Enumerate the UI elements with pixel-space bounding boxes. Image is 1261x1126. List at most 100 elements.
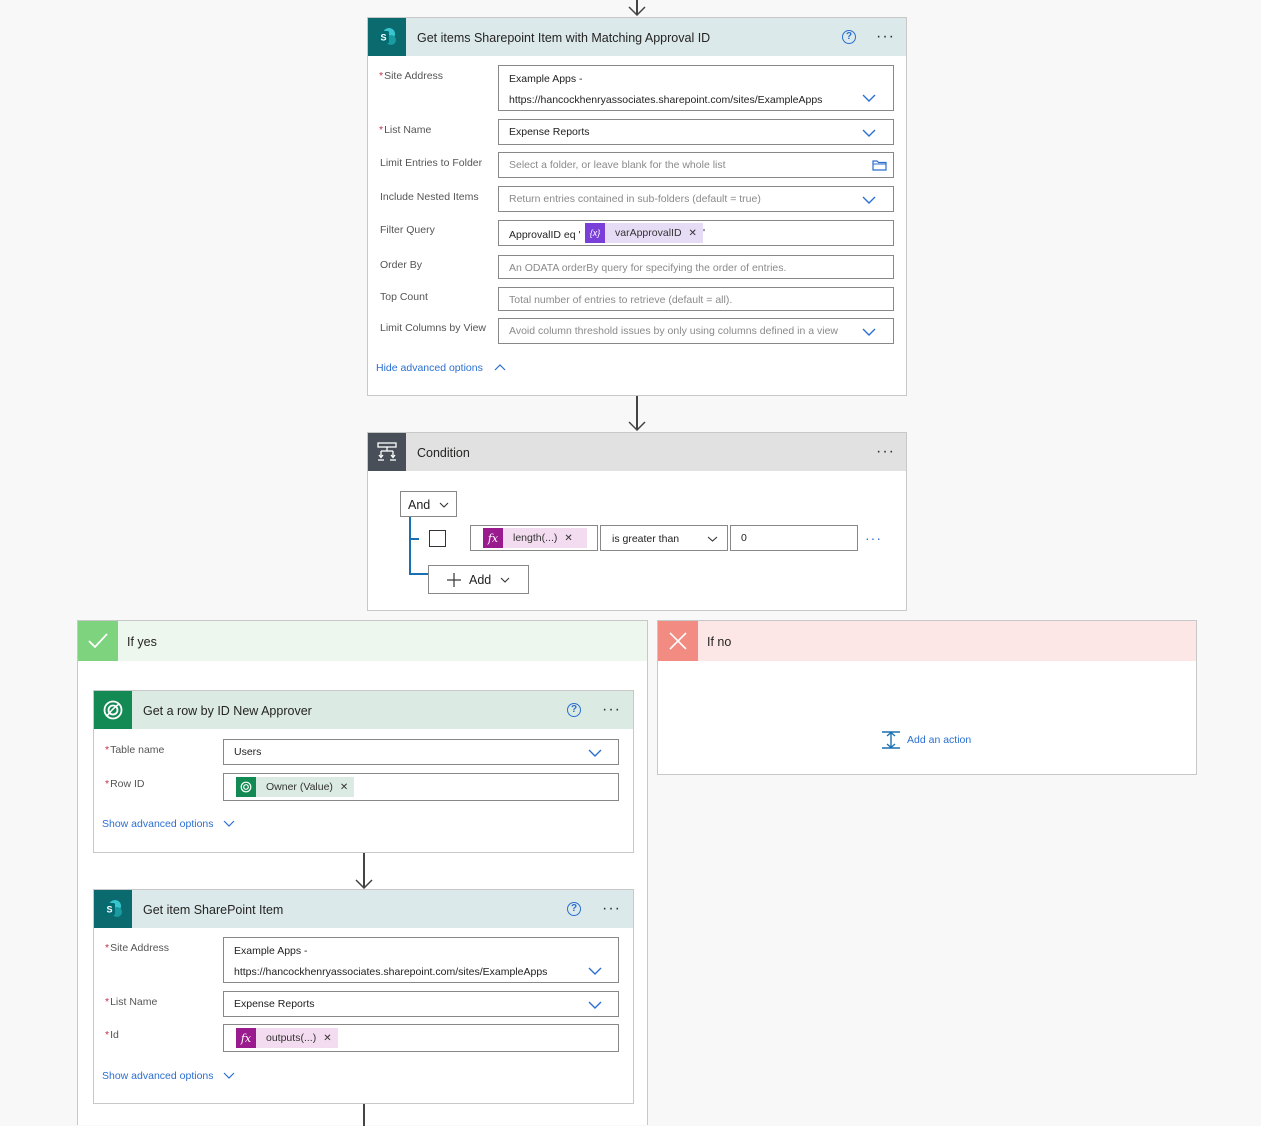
add-action-label: Add an action [907, 734, 972, 746]
list-name-label: *List Name [105, 996, 158, 1008]
more-options-icon[interactable]: ··· [876, 29, 895, 45]
filter-query-field[interactable]: ApprovalID eq ' {x} varApprovalID ✕ ' [498, 220, 894, 246]
chevron-down-icon[interactable] [223, 820, 235, 827]
down-arrow-icon [628, 421, 646, 431]
chevron-down-icon[interactable] [862, 129, 876, 137]
chevron-down-icon[interactable] [588, 749, 602, 757]
if-no-header[interactable]: If no [658, 621, 1196, 661]
if-no-branch: If no Add an action [657, 620, 1197, 775]
list-name-value: Expense Reports [234, 998, 315, 1010]
order-by-placeholder: An ODATA orderBy query for specifying th… [509, 262, 787, 274]
chevron-down-icon[interactable] [588, 967, 602, 975]
more-options-icon[interactable]: ··· [602, 702, 621, 718]
row-checkbox[interactable] [429, 530, 446, 547]
variable-icon: {x} [585, 223, 605, 243]
limit-columns-field[interactable]: Avoid column threshold issues by only us… [498, 318, 894, 344]
get-item-title: Get item SharePoint Item [143, 903, 284, 917]
help-icon[interactable]: ? [567, 703, 581, 717]
list-name-field[interactable]: Expense Reports [498, 119, 894, 145]
nested-field[interactable]: Return entries contained in sub-folders … [498, 186, 894, 212]
more-options-icon[interactable]: ··· [602, 901, 621, 917]
and-dropdown-value: And [408, 498, 431, 512]
chevron-down-icon[interactable] [862, 196, 876, 204]
right-operand-value: 0 [741, 532, 747, 544]
folder-icon[interactable] [872, 159, 887, 171]
site-address-field[interactable]: Example Apps - https://hancockhenryassoc… [223, 937, 619, 983]
chevron-down-icon[interactable] [862, 328, 876, 336]
get-item-header[interactable]: S Get item SharePoint Item ? ··· [94, 890, 633, 928]
filter-query-label: Filter Query [380, 224, 435, 236]
chevron-down-icon[interactable] [223, 1072, 235, 1079]
add-button[interactable]: Add [428, 565, 529, 594]
expression-token-label: length(...) [513, 532, 558, 544]
plus-icon [447, 573, 461, 587]
add-action-icon [882, 731, 900, 749]
get-items-title: Get items Sharepoint Item with Matching … [417, 31, 711, 45]
if-yes-header[interactable]: If yes [78, 621, 647, 661]
condition-left-operand[interactable]: fx length(...) ✕ [470, 525, 598, 551]
expression-token[interactable]: fx length(...) ✕ [483, 528, 587, 548]
filter-query-prefix: ApprovalID eq ' [509, 229, 581, 241]
expression-token[interactable]: fx outputs(...) ✕ [236, 1028, 338, 1048]
if-no-title: If no [707, 635, 732, 649]
remove-token-icon[interactable]: ✕ [689, 228, 697, 239]
sharepoint-icon: S [368, 18, 406, 56]
dataverse-token[interactable]: Owner (Value) ✕ [236, 777, 355, 797]
remove-token-icon[interactable]: ✕ [323, 1033, 331, 1044]
condition-title: Condition [417, 446, 470, 460]
add-button-label: Add [469, 573, 492, 587]
variable-token[interactable]: {x} varApprovalID ✕ [585, 223, 703, 243]
tree-line [409, 517, 411, 573]
row-more-icon[interactable]: ··· [865, 530, 882, 546]
order-by-label: Order By [380, 259, 423, 271]
variable-token-label: varApprovalID [615, 227, 682, 239]
help-icon[interactable]: ? [842, 30, 856, 44]
limit-columns-label: Limit Columns by View [380, 322, 487, 334]
nested-label: Include Nested Items [380, 191, 479, 203]
fx-icon: fx [236, 1028, 256, 1048]
row-id-field[interactable]: Owner (Value) ✕ [223, 773, 619, 801]
help-icon[interactable]: ? [567, 902, 581, 916]
chevron-down-icon [500, 577, 510, 583]
expression-token-label: outputs(...) [266, 1032, 317, 1044]
chevron-down-icon[interactable] [862, 94, 876, 102]
order-by-field[interactable]: An ODATA orderBy query for specifying th… [498, 255, 894, 279]
and-dropdown[interactable]: And [400, 491, 457, 517]
remove-token-icon[interactable]: ✕ [564, 533, 572, 544]
list-name-value: Expense Reports [509, 126, 590, 138]
remove-token-icon[interactable]: ✕ [340, 782, 348, 793]
get-row-card: Get a row by ID New Approver ? ··· *Tabl… [93, 690, 634, 853]
table-name-field[interactable]: Users [223, 739, 619, 765]
chevron-down-icon[interactable] [588, 1001, 602, 1009]
top-count-field[interactable]: Total number of entries to retrieve (def… [498, 287, 894, 311]
chevron-down-icon [439, 502, 449, 508]
if-yes-branch: If yes Get a row by ID New Approver ? ··… [77, 620, 648, 1126]
get-items-header[interactable]: S Get items Sharepoint Item with Matchin… [368, 18, 906, 56]
show-advanced-options-link[interactable]: Show advanced options [102, 818, 214, 830]
get-row-header[interactable]: Get a row by ID New Approver ? ··· [94, 691, 633, 729]
site-address-field[interactable]: Example Apps - https://hancockhenryassoc… [498, 65, 894, 111]
tree-branch [409, 538, 419, 540]
more-options-icon[interactable]: ··· [876, 444, 895, 460]
id-label: *Id [105, 1029, 119, 1041]
site-address-line2: https://hancockhenryassociates.sharepoin… [234, 966, 548, 978]
list-name-field[interactable]: Expense Reports [223, 991, 619, 1017]
condition-header[interactable]: Condition ··· [368, 433, 906, 471]
top-count-placeholder: Total number of entries to retrieve (def… [509, 294, 733, 306]
site-address-label: *Site Address [379, 70, 444, 82]
dataverse-token-label: Owner (Value) [266, 781, 333, 793]
condition-card: Condition ··· And fx length(...) ✕ is gr… [367, 432, 907, 611]
close-icon [658, 621, 698, 661]
svg-text:S: S [380, 33, 386, 43]
limit-folder-field[interactable]: Select a folder, or leave blank for the … [498, 152, 894, 178]
filter-query-suffix: ' [703, 227, 706, 239]
condition-right-operand[interactable]: 0 [730, 525, 858, 551]
hide-advanced-options-link[interactable]: Hide advanced options [376, 362, 483, 374]
show-advanced-options-link[interactable]: Show advanced options [102, 1070, 214, 1082]
chevron-up-icon[interactable] [494, 364, 506, 371]
get-row-title: Get a row by ID New Approver [143, 704, 312, 718]
table-name-value: Users [234, 746, 262, 758]
operator-dropdown[interactable]: is greater than [600, 525, 728, 551]
id-field[interactable]: fx outputs(...) ✕ [223, 1024, 619, 1052]
add-action-button[interactable]: Add an action [881, 731, 971, 749]
